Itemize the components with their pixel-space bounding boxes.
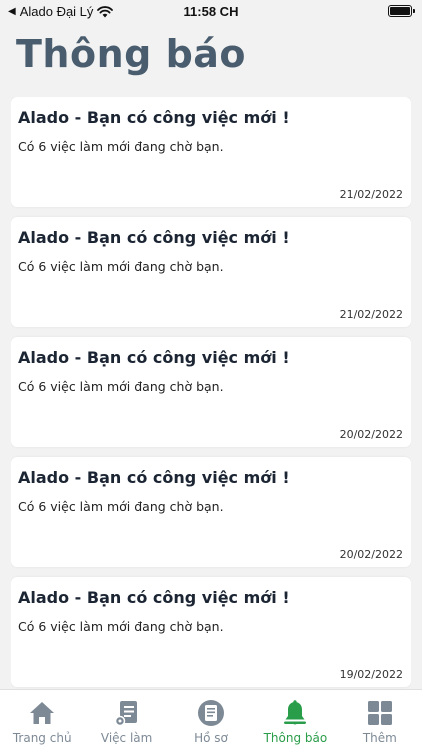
tab-notifications[interactable]: Thông báo xyxy=(253,690,337,750)
notification-card[interactable]: Alado - Bạn có công việc mới ! Có 6 việc… xyxy=(11,577,411,687)
notification-date: 20/02/2022 xyxy=(339,548,403,561)
profile-document-icon xyxy=(198,700,225,726)
notification-card[interactable]: Alado - Bạn có công việc mới ! Có 6 việc… xyxy=(11,97,411,207)
notification-card[interactable]: Alado - Bạn có công việc mới ! Có 6 việc… xyxy=(11,337,411,447)
notification-title: Alado - Bạn có công việc mới ! xyxy=(18,588,290,607)
tab-label: Thông báo xyxy=(263,731,328,745)
tab-label: Thêm xyxy=(362,731,397,745)
notification-body: Có 6 việc làm mới đang chờ bạn. xyxy=(18,379,224,394)
notification-list[interactable]: Alado - Bạn có công việc mới ! Có 6 việc… xyxy=(11,97,411,689)
tab-more[interactable]: Thêm xyxy=(338,690,422,750)
battery-icon xyxy=(388,5,415,17)
tab-profile[interactable]: Hồ sơ xyxy=(169,690,253,750)
notification-card[interactable]: Alado - Bạn có công việc mới ! Có 6 việc… xyxy=(11,217,411,327)
notification-date: 21/02/2022 xyxy=(339,308,403,321)
screen: ◀ Alado Đại Lý 11:58 CH Thông báo Alado … xyxy=(0,0,422,750)
status-time: 11:58 CH xyxy=(183,4,239,19)
notification-title: Alado - Bạn có công việc mới ! xyxy=(18,228,290,247)
notification-title: Alado - Bạn có công việc mới ! xyxy=(18,108,290,127)
notification-title: Alado - Bạn có công việc mới ! xyxy=(18,468,290,487)
tab-bar: Trang chủ Việc làm Hồ sơ Thông báo Thêm xyxy=(0,689,422,750)
notification-body: Có 6 việc làm mới đang chờ bạn. xyxy=(18,499,224,514)
notification-title: Alado - Bạn có công việc mới ! xyxy=(18,348,290,367)
notification-card[interactable]: Alado - Bạn có công việc mới ! Có 6 việc… xyxy=(11,457,411,567)
page-title: Thông báo xyxy=(16,32,247,76)
notification-body: Có 6 việc làm mới đang chờ bạn. xyxy=(18,619,224,634)
job-list-icon xyxy=(114,701,137,727)
notification-date: 20/02/2022 xyxy=(339,428,403,441)
tab-label: Việc làm xyxy=(100,731,153,745)
tab-home[interactable]: Trang chủ xyxy=(0,690,84,750)
tab-jobs[interactable]: Việc làm xyxy=(84,690,168,750)
notification-body: Có 6 việc làm mới đang chờ bạn. xyxy=(18,139,224,154)
notification-date: 21/02/2022 xyxy=(339,188,403,201)
battery-level xyxy=(390,7,410,15)
notification-body: Có 6 việc làm mới đang chờ bạn. xyxy=(18,259,224,274)
tab-label: Hồ sơ xyxy=(194,731,228,745)
tab-label: Trang chủ xyxy=(12,731,72,745)
home-icon xyxy=(30,702,55,724)
grid-icon xyxy=(367,701,392,725)
bell-icon xyxy=(284,700,307,725)
status-bar: ◀ Alado Đại Lý 11:58 CH xyxy=(0,0,422,24)
notification-date: 19/02/2022 xyxy=(339,668,403,681)
